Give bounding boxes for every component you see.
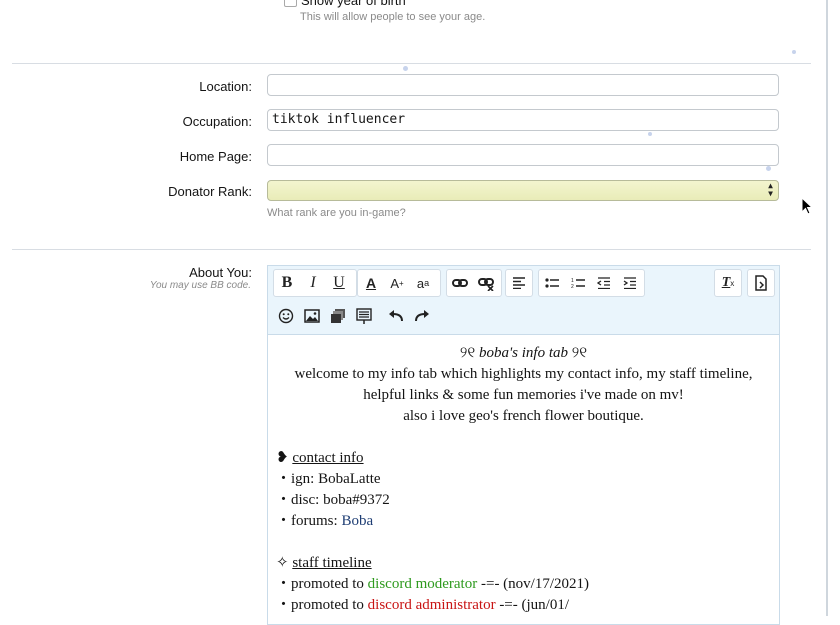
- homepage-field[interactable]: [267, 144, 779, 166]
- donator-rank-hint: What rank are you in-game?: [267, 207, 406, 219]
- show-year-of-birth-checkbox[interactable]: [284, 0, 297, 8]
- remove-format-icon[interactable]: Tx: [715, 270, 741, 296]
- toolbar-group-lists: 12: [538, 269, 645, 297]
- toolbar-group-link: [446, 269, 502, 297]
- location-field[interactable]: [267, 74, 779, 96]
- donator-rank-select[interactable]: ▲ ▼: [267, 180, 779, 201]
- bold-icon[interactable]: B: [274, 270, 300, 296]
- heart-icon: ❥: [276, 450, 289, 466]
- link-icon[interactable]: [447, 270, 473, 296]
- font-family-icon[interactable]: aa: [410, 270, 436, 296]
- smilie-icon[interactable]: [273, 303, 299, 329]
- show-year-of-birth-label[interactable]: Show year of birth: [301, 0, 406, 8]
- intro-line: welcome to my info tab which highlights …: [294, 366, 753, 382]
- decor-dot: [648, 132, 652, 136]
- mouse-cursor-icon: [801, 197, 813, 215]
- decor-dot: [792, 50, 796, 54]
- media-icon[interactable]: [325, 303, 351, 329]
- staff-timeline-heading: ✧ staff timeline: [276, 555, 372, 571]
- show-year-of-birth-row: Show year of birth: [284, 0, 406, 8]
- homepage-label: Home Page:: [179, 149, 252, 164]
- location-label: Location:: [199, 79, 252, 94]
- about-you-label: About You:: [189, 265, 252, 280]
- decor-dot: [403, 66, 408, 71]
- about-editor[interactable]: B I U A A + aa 12 T x ୨୧ boba's info tab…: [267, 265, 780, 625]
- donator-rank-label: Donator Rank:: [168, 184, 252, 199]
- select-arrows-icon: ▲ ▼: [768, 181, 773, 198]
- contact-item: ・ign: BobaLatte: [276, 471, 381, 487]
- intro-line: helpful links & some fun memories i've m…: [363, 387, 684, 403]
- intro-line: also i love geo's french flower boutique…: [403, 408, 644, 424]
- undo-icon[interactable]: [383, 303, 409, 329]
- redo-icon[interactable]: [409, 303, 435, 329]
- editor-content[interactable]: ୨୧ boba's info tab ୨୧ welcome to my info…: [268, 335, 779, 624]
- show-year-of-birth-hint: This will allow people to see your age.: [300, 11, 486, 23]
- image-icon[interactable]: [299, 303, 325, 329]
- svg-text:2: 2: [571, 284, 574, 289]
- page-right-border: [826, 0, 828, 616]
- occupation-field[interactable]: tiktok influencer: [267, 109, 779, 131]
- bullet-list-icon[interactable]: [539, 270, 565, 296]
- align-icon[interactable]: [506, 270, 532, 296]
- about-you-hint: You may use BB code.: [149, 280, 251, 291]
- toolbar-group-insert: [273, 302, 439, 330]
- forums-link[interactable]: Boba: [341, 513, 373, 529]
- staff-item: ・promoted to discord moderator -=- (nov/…: [276, 576, 590, 592]
- font-color-icon[interactable]: A: [358, 270, 384, 296]
- toggle-bbcode-icon[interactable]: [748, 270, 774, 296]
- section-divider: [12, 63, 811, 64]
- italic-icon[interactable]: I: [300, 270, 326, 296]
- underline-icon[interactable]: U: [326, 270, 352, 296]
- contact-item: ・disc: boba#9372: [276, 492, 390, 508]
- contact-info-heading: ❥ contact info: [276, 450, 364, 466]
- editor-toolbar: B I U A A + aa 12 T x: [268, 266, 779, 335]
- numbered-list-icon[interactable]: 12: [565, 270, 591, 296]
- toolbar-group-align: [505, 269, 533, 297]
- indent-icon[interactable]: [617, 270, 643, 296]
- info-tab-title: ୨୧ boba's info tab ୨୧: [459, 345, 588, 361]
- section-divider: [12, 249, 811, 250]
- sparkle-icon: ✧: [276, 555, 289, 571]
- role-text: discord moderator: [367, 576, 478, 592]
- contact-item: ・forums: Boba: [276, 513, 374, 529]
- staff-item: ・promoted to discord administrator -=- (…: [276, 597, 570, 613]
- toolbar-group-clear: Tx: [714, 269, 742, 297]
- decor-dot: [766, 166, 771, 171]
- toolbar-group-text: B I U: [273, 269, 357, 297]
- toolbar-group-bbcode: [747, 269, 775, 297]
- font-size-icon[interactable]: A +: [384, 270, 410, 296]
- role-text: discord administrator: [367, 597, 496, 613]
- outdent-icon[interactable]: [591, 270, 617, 296]
- unlink-icon[interactable]: [473, 270, 499, 296]
- occupation-label: Occupation:: [182, 114, 252, 129]
- quote-icon[interactable]: [351, 303, 377, 329]
- toolbar-group-font: A A + aa: [357, 269, 441, 297]
